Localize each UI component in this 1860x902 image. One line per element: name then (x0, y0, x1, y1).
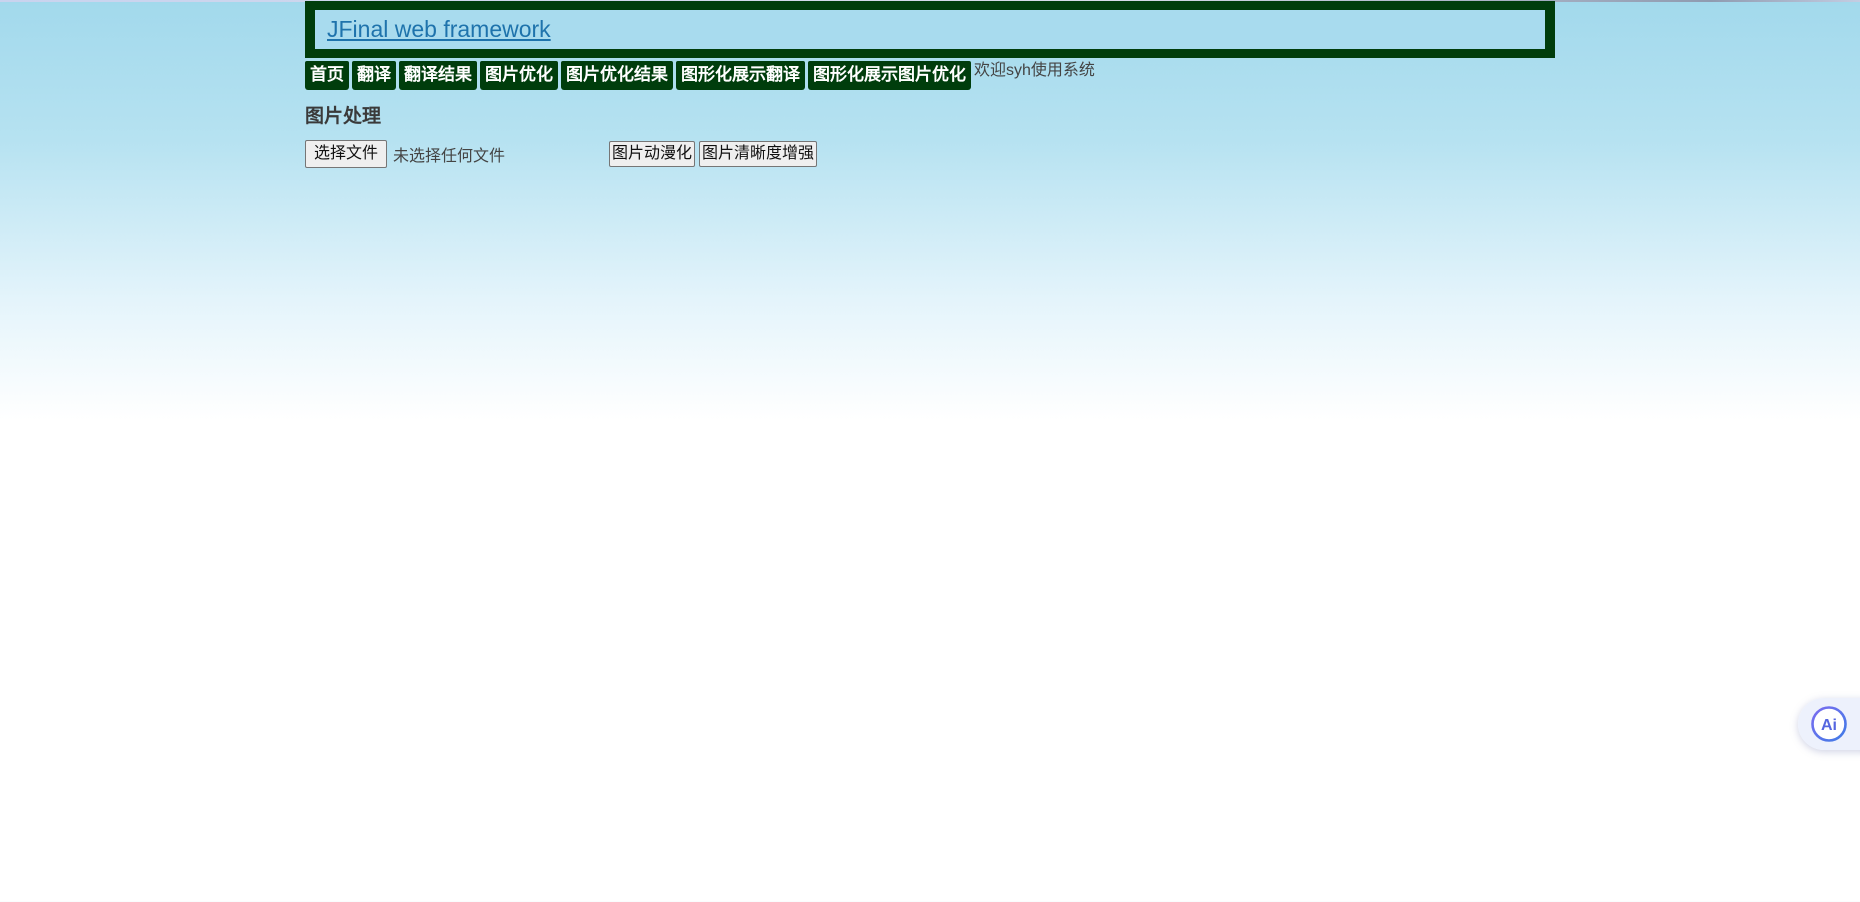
ai-assistant-icon[interactable]: Ai (1810, 705, 1848, 743)
nav-item-chart-translate[interactable]: 图形化展示翻译 (676, 61, 805, 90)
site-header: JFinal web framework (305, 1, 1555, 58)
welcome-text: 欢迎syh使用系统 (974, 62, 1095, 79)
anime-style-button[interactable]: 图片动漫化 (609, 141, 696, 167)
sharpness-enhance-button[interactable]: 图片清晰度增强 (699, 141, 818, 167)
nav-item-image-optimize[interactable]: 图片优化 (480, 61, 558, 90)
nav-item-image-optimize-result[interactable]: 图片优化结果 (561, 61, 673, 90)
nav-item-translate-result[interactable]: 翻译结果 (399, 61, 477, 90)
nav-item-translate[interactable]: 翻译 (352, 61, 396, 90)
site-title-link[interactable]: JFinal web framework (327, 16, 551, 43)
upload-form: 选择文件 未选择任何文件 图片动漫化 图片清晰度增强 (305, 140, 1555, 168)
page-container: JFinal web framework 首页 翻译 翻译结果 图片优化 图片优… (305, 1, 1555, 168)
file-status-text: 未选择任何文件 (393, 148, 506, 165)
nav-item-home[interactable]: 首页 (305, 61, 349, 90)
ai-icon-label: Ai (1821, 717, 1837, 734)
nav-item-chart-image-optimize[interactable]: 图形化展示图片优化 (808, 61, 971, 90)
choose-file-button[interactable]: 选择文件 (305, 140, 388, 168)
page-title: 图片处理 (305, 106, 382, 127)
ai-assistant-float[interactable]: Ai (1798, 698, 1860, 750)
main-nav: 首页 翻译 翻译结果 图片优化 图片优化结果 图形化展示翻译 图形化展示图片优化… (305, 61, 1555, 90)
header-inner: JFinal web framework (315, 10, 1545, 49)
